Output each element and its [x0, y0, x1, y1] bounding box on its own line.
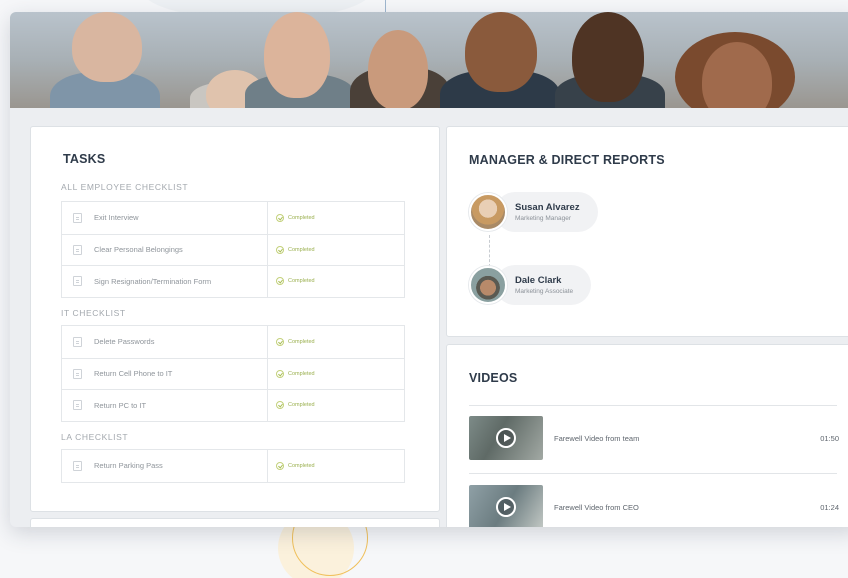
task-row[interactable]: Sign Resignation/Termination Form Comple…	[62, 265, 404, 297]
direct-report-person[interactable]: Dale Clark Marketing Associate	[469, 265, 592, 305]
it-checklist-table: Delete Passwords Completed Return Cell P…	[61, 325, 405, 422]
la-checklist-table: Return Parking Pass Completed	[61, 449, 405, 483]
tasks-card: TASKS ALL EMPLOYEE CHECKLIST Exit Interv…	[30, 126, 440, 512]
check-circle-icon	[276, 401, 284, 410]
person-name: Dale Clark	[515, 275, 562, 286]
video-thumbnail[interactable]	[469, 485, 543, 527]
task-name: Return Cell Phone to IT	[94, 369, 173, 379]
document-icon	[73, 212, 82, 223]
manager-person[interactable]: Susan Alvarez Marketing Manager	[469, 192, 598, 232]
tasks-title: TASKS	[63, 152, 106, 166]
task-status: Completed	[288, 214, 315, 221]
task-row[interactable]: Exit Interview Completed	[62, 202, 404, 234]
task-row[interactable]: Clear Personal Belongings Completed	[62, 233, 404, 265]
video-item[interactable]: Farewell Video from CEO 01:24	[469, 485, 839, 527]
task-name: Exit Interview	[94, 213, 139, 223]
avatar	[469, 266, 507, 304]
video-item[interactable]: Farewell Video from team 01:50	[469, 416, 839, 460]
divider	[469, 473, 837, 474]
check-circle-icon	[276, 461, 284, 470]
next-card-edge	[30, 518, 440, 527]
person-title: Marketing Manager	[515, 215, 571, 222]
all-employee-checklist-table: Exit Interview Completed Clear Personal …	[61, 201, 405, 298]
video-thumbnail[interactable]	[469, 416, 543, 460]
task-name: Return PC to IT	[94, 400, 147, 410]
checklist-title: IT CHECKLIST	[61, 308, 126, 318]
video-title[interactable]: Farewell Video from CEO	[554, 503, 805, 512]
document-icon	[73, 336, 82, 347]
task-row[interactable]: Return PC to IT Completed	[62, 389, 404, 421]
task-row[interactable]: Return Parking Pass Completed	[62, 450, 404, 482]
task-status: Completed	[288, 402, 315, 409]
app-window: TASKS ALL EMPLOYEE CHECKLIST Exit Interv…	[10, 12, 848, 527]
document-icon	[73, 368, 82, 379]
document-icon	[73, 460, 82, 471]
task-status: Completed	[288, 246, 315, 253]
document-icon	[73, 276, 82, 287]
videos-title: VIDEOS	[469, 371, 518, 385]
play-icon[interactable]	[496, 428, 516, 448]
team-photo-banner	[10, 12, 848, 108]
video-title[interactable]: Farewell Video from team	[554, 434, 805, 443]
task-status: Completed	[288, 338, 315, 345]
play-icon[interactable]	[496, 497, 516, 517]
task-name: Sign Resignation/Termination Form	[94, 276, 212, 286]
check-circle-icon	[276, 213, 284, 222]
task-status: Completed	[288, 462, 315, 469]
videos-card: VIDEOS Farewell Video from team 01:50 Fa…	[446, 344, 848, 527]
task-status: Completed	[288, 370, 315, 377]
task-name: Clear Personal Belongings	[94, 245, 183, 255]
person-name: Susan Alvarez	[515, 202, 580, 213]
person-title: Marketing Associate	[515, 288, 574, 295]
check-circle-icon	[276, 245, 284, 254]
task-row[interactable]: Delete Passwords Completed	[62, 326, 404, 358]
reporting-connector	[489, 235, 490, 267]
check-circle-icon	[276, 337, 284, 346]
task-status: Completed	[288, 278, 315, 285]
task-name: Return Parking Pass	[94, 461, 163, 471]
checklist-title: ALL EMPLOYEE CHECKLIST	[61, 182, 189, 192]
video-duration: 01:50	[820, 433, 839, 443]
document-icon	[73, 244, 82, 255]
person-pill: Susan Alvarez Marketing Manager	[495, 192, 598, 232]
document-icon	[73, 400, 82, 411]
avatar	[469, 193, 507, 231]
checklist-title: LA CHECKLIST	[61, 432, 129, 442]
check-circle-icon	[276, 277, 284, 286]
manager-title: MANAGER & DIRECT REPORTS	[469, 153, 665, 167]
person-pill: Dale Clark Marketing Associate	[495, 265, 592, 305]
manager-direct-reports-card: MANAGER & DIRECT REPORTS Susan Alvarez M…	[446, 126, 848, 337]
divider	[469, 405, 837, 406]
task-name: Delete Passwords	[94, 337, 155, 347]
check-circle-icon	[276, 369, 284, 378]
video-duration: 01:24	[820, 502, 839, 512]
task-row[interactable]: Return Cell Phone to IT Completed	[62, 357, 404, 389]
